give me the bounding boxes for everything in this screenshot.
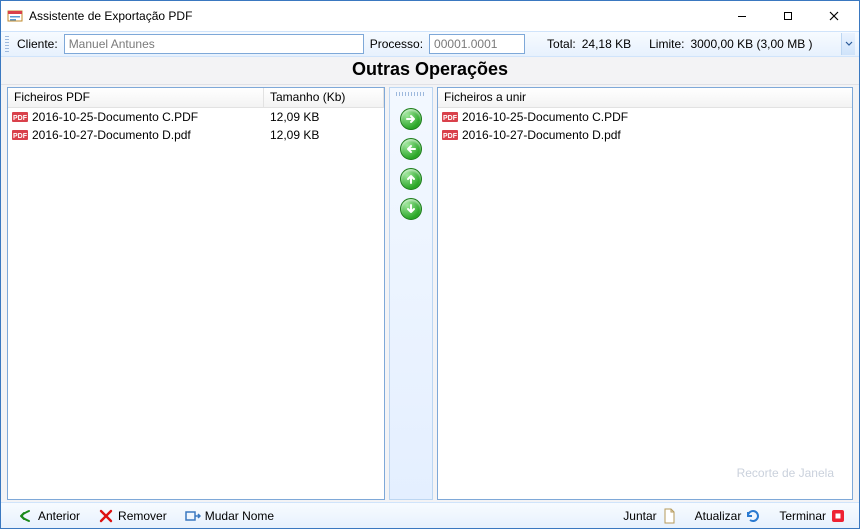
juntar-label: Juntar: [623, 509, 656, 523]
remover-button[interactable]: Remover: [91, 505, 174, 527]
maximize-button[interactable]: [765, 2, 811, 30]
anterior-button[interactable]: Anterior: [11, 505, 87, 527]
stop-icon: [830, 508, 846, 524]
atualizar-button[interactable]: Atualizar: [688, 505, 769, 527]
total-value: 24,18 KB: [582, 37, 631, 51]
terminar-button[interactable]: Terminar: [772, 505, 853, 527]
titlebar: Assistente de Exportação PDF: [1, 1, 859, 31]
pdf-file-icon: PDF: [442, 129, 458, 141]
table-row[interactable]: PDF 2016-10-27-Documento D.pdf: [438, 126, 852, 144]
cliente-input[interactable]: [64, 34, 364, 54]
toolbar-overflow-button[interactable]: [841, 33, 855, 55]
remover-label: Remover: [118, 509, 167, 523]
file-name: 2016-10-25-Documento C.PDF: [462, 108, 852, 126]
file-size: 12,09 KB: [264, 108, 384, 126]
remove-left-button[interactable]: [400, 138, 422, 160]
info-toolbar: Cliente: Processo: Total: 24,18 KB Limit…: [1, 31, 859, 57]
file-name: 2016-10-25-Documento C.PDF: [32, 108, 264, 126]
section-title: Outras Operações: [1, 57, 859, 85]
add-right-button[interactable]: [400, 108, 422, 130]
close-button[interactable]: [811, 2, 857, 30]
transfer-buttons-column: [389, 87, 433, 500]
mudar-nome-label: Mudar Nome: [205, 509, 274, 523]
document-icon: [661, 508, 677, 524]
pdf-file-icon: PDF: [12, 111, 28, 123]
cliente-label: Cliente:: [17, 37, 58, 51]
total-label: Total:: [547, 37, 576, 51]
main-area: Ficheiros PDF Tamanho (Kb) PDF 2016-10-25…: [1, 85, 859, 502]
pdf-file-icon: PDF: [12, 129, 28, 141]
source-list-header: Ficheiros PDF Tamanho (Kb): [8, 88, 384, 108]
app-icon: [7, 8, 23, 24]
merge-list-header: Ficheiros a unir: [438, 88, 852, 108]
mudar-nome-button[interactable]: Mudar Nome: [178, 505, 281, 527]
back-arrow-icon: [18, 508, 34, 524]
source-list-body[interactable]: PDF2016-10-25-Documento C.PDF12,09 KBPDF…: [8, 108, 384, 499]
merge-list-body[interactable]: PDF 2016-10-25-Documento C.PDF PDF 2016-10-…: [438, 108, 852, 499]
file-name: 2016-10-27-Documento D.pdf: [32, 126, 264, 144]
app-window: Assistente de Exportação PDF Cliente: Pr…: [0, 0, 860, 529]
center-grip: [396, 92, 426, 96]
file-size: 12,09 KB: [264, 126, 384, 144]
svg-text:PDF: PDF: [443, 133, 458, 140]
window-title: Assistente de Exportação PDF: [29, 9, 192, 23]
refresh-icon: [745, 508, 761, 524]
table-row[interactable]: PDF 2016-10-27-Documento D.pdf12,09 KB: [8, 126, 384, 144]
juntar-button[interactable]: Juntar: [616, 505, 683, 527]
col-header-merge-name[interactable]: Ficheiros a unir: [438, 88, 852, 107]
move-up-button[interactable]: [400, 168, 422, 190]
source-files-pane: Ficheiros PDF Tamanho (Kb) PDF 2016-10-25…: [7, 87, 385, 500]
merge-files-pane: Ficheiros a unir PDF 2016-10-25-Documento…: [437, 87, 853, 500]
processo-input[interactable]: [429, 34, 525, 54]
svg-text:PDF: PDF: [13, 133, 28, 140]
table-row[interactable]: PDF 2016-10-25-Documento C.PDF: [438, 108, 852, 126]
table-row[interactable]: PDF 2016-10-25-Documento C.PDF12,09 KB: [8, 108, 384, 126]
svg-text:PDF: PDF: [13, 115, 28, 122]
processo-label: Processo:: [370, 37, 423, 51]
toolbar-grip: [5, 36, 9, 52]
svg-text:PDF: PDF: [443, 115, 458, 122]
terminar-label: Terminar: [779, 509, 826, 523]
bottom-toolbar: Anterior Remover Mudar Nome Juntar Atual…: [1, 502, 859, 528]
delete-x-icon: [98, 508, 114, 524]
move-down-button[interactable]: [400, 198, 422, 220]
col-header-size[interactable]: Tamanho (Kb): [264, 88, 384, 107]
rename-icon: [185, 508, 201, 524]
minimize-button[interactable]: [719, 2, 765, 30]
limite-label: Limite:: [649, 37, 684, 51]
file-name: 2016-10-27-Documento D.pdf: [462, 126, 852, 144]
atualizar-label: Atualizar: [695, 509, 742, 523]
col-header-name[interactable]: Ficheiros PDF: [8, 88, 264, 107]
anterior-label: Anterior: [38, 509, 80, 523]
pdf-file-icon: PDF: [442, 111, 458, 123]
limite-value: 3000,00 KB (3,00 MB ): [690, 37, 812, 51]
